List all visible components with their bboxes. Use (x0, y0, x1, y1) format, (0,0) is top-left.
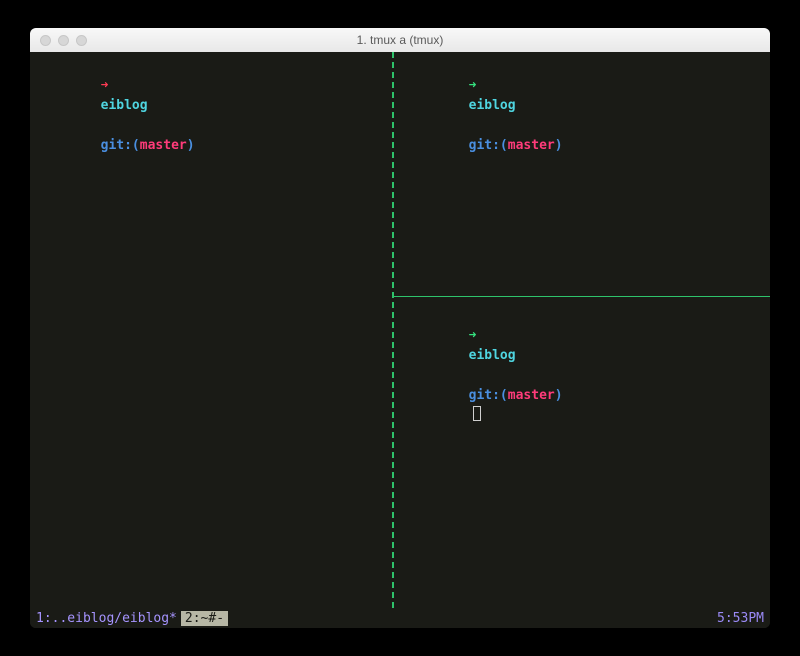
zoom-icon[interactable] (76, 35, 87, 46)
tmux-pane-bottom-right[interactable]: ➜ eiblog git:(master) (396, 302, 770, 608)
cursor-icon (473, 406, 481, 421)
titlebar[interactable]: 1. tmux a (tmux) (30, 28, 770, 52)
prompt-close: ) (555, 138, 563, 153)
status-clock: 5:53PM (717, 611, 764, 626)
prompt-git-label: git:( (469, 388, 508, 403)
prompt-close: ) (187, 138, 195, 153)
prompt-branch: master (140, 138, 187, 153)
tmux-window-2[interactable]: 2:~#- (181, 611, 228, 626)
tmux-pane-left[interactable]: ➜ eiblog git:(master) (30, 52, 392, 608)
prompt-git-label: git:( (469, 138, 508, 153)
pane-divider-horizontal[interactable] (394, 296, 770, 297)
minimize-icon[interactable] (58, 35, 69, 46)
status-left: 1:..eiblog/eiblog* 2:~#- (36, 611, 228, 626)
prompt-line: ➜ eiblog git:(master) (406, 306, 762, 446)
terminal-window: 1. tmux a (tmux) ➜ eiblog git:(master) ➜… (30, 28, 770, 628)
arrow-icon: ➜ (469, 328, 485, 343)
prompt-branch: master (508, 388, 555, 403)
prompt-line: ➜ eiblog git:(master) (406, 56, 762, 176)
traffic-lights (30, 35, 87, 46)
prompt-line: ➜ eiblog git:(master) (38, 56, 384, 176)
tmux-status-bar[interactable]: 1:..eiblog/eiblog* 2:~#- 5:53PM (30, 608, 770, 628)
window-title: 1. tmux a (tmux) (30, 33, 770, 47)
tmux-window-1[interactable]: 1:..eiblog/eiblog* (36, 611, 177, 626)
arrow-icon: ➜ (101, 78, 117, 93)
tmux-pane-top-right[interactable]: ➜ eiblog git:(master) (396, 52, 770, 296)
close-icon[interactable] (40, 35, 51, 46)
prompt-close: ) (555, 388, 563, 403)
prompt-branch: master (508, 138, 555, 153)
prompt-dir: eiblog (469, 98, 516, 113)
prompt-dir: eiblog (101, 98, 148, 113)
prompt-git-label: git:( (101, 138, 140, 153)
terminal-body[interactable]: ➜ eiblog git:(master) ➜ eiblog git:(mast… (30, 52, 770, 628)
prompt-dir: eiblog (469, 348, 516, 363)
pane-divider-vertical[interactable] (392, 52, 394, 608)
arrow-icon: ➜ (469, 78, 485, 93)
